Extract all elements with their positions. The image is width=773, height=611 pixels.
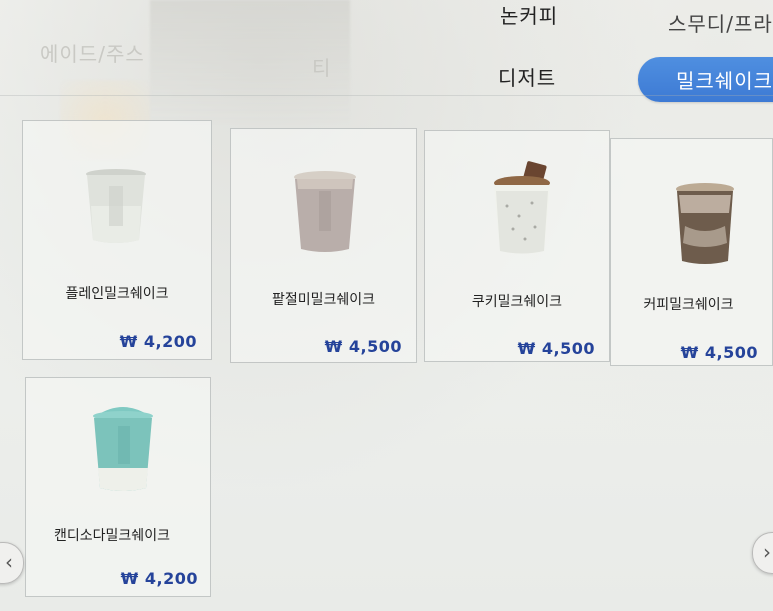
candy-soda-milkshake-image xyxy=(93,407,153,491)
tab-ade-juice[interactable]: 에이드/주스 xyxy=(40,38,145,67)
product-price: ₩ 4,200 xyxy=(119,332,197,351)
tab-bar-divider xyxy=(0,95,773,96)
next-page-button[interactable]: › xyxy=(752,532,773,574)
prev-page-button[interactable]: ‹ xyxy=(0,542,24,584)
product-name: 플레인밀크쉐이크 xyxy=(65,286,169,302)
product-card-cookie[interactable]: 쿠키밀크쉐이크 ₩ 4,500 xyxy=(424,130,610,362)
product-price: ₩ 4,200 xyxy=(120,569,198,588)
tab-dessert[interactable]: 디저트 xyxy=(498,62,556,91)
product-card-plain[interactable]: 플레인밀크쉐이크 ₩ 4,200 xyxy=(22,120,212,360)
product-card-candy-soda[interactable]: 캔디소다밀크쉐이크 ₩ 4,200 xyxy=(25,377,211,597)
product-name: 쿠키밀크쉐이크 xyxy=(471,294,563,310)
product-card-coffee[interactable]: 커피밀크쉐이크 ₩ 4,500 xyxy=(610,138,773,366)
chevron-left-icon: ‹ xyxy=(5,550,13,574)
coffee-milkshake-image xyxy=(676,183,734,264)
tab-non-coffee[interactable]: 논커피 xyxy=(500,0,558,29)
plain-milkshake-image xyxy=(86,169,146,243)
product-name: 팥절미밀크쉐이크 xyxy=(271,292,376,308)
product-price: ₩ 4,500 xyxy=(680,343,758,362)
tab-tea[interactable]: 티 xyxy=(312,52,331,81)
product-name: 커피밀크쉐이크 xyxy=(643,297,734,313)
product-card-injeolmi[interactable]: 팥절미밀크쉐이크 ₩ 4,500 xyxy=(230,128,417,363)
product-name: 캔디소다밀크쉐이크 xyxy=(54,528,170,544)
chevron-right-icon: › xyxy=(763,540,771,564)
cookie-milkshake-image xyxy=(494,161,550,254)
tab-smoothie[interactable]: 스무디/프라 xyxy=(668,8,773,37)
product-price: ₩ 4,500 xyxy=(517,339,595,358)
injeolmi-milkshake-image xyxy=(294,171,356,252)
product-price: ₩ 4,500 xyxy=(324,337,402,356)
